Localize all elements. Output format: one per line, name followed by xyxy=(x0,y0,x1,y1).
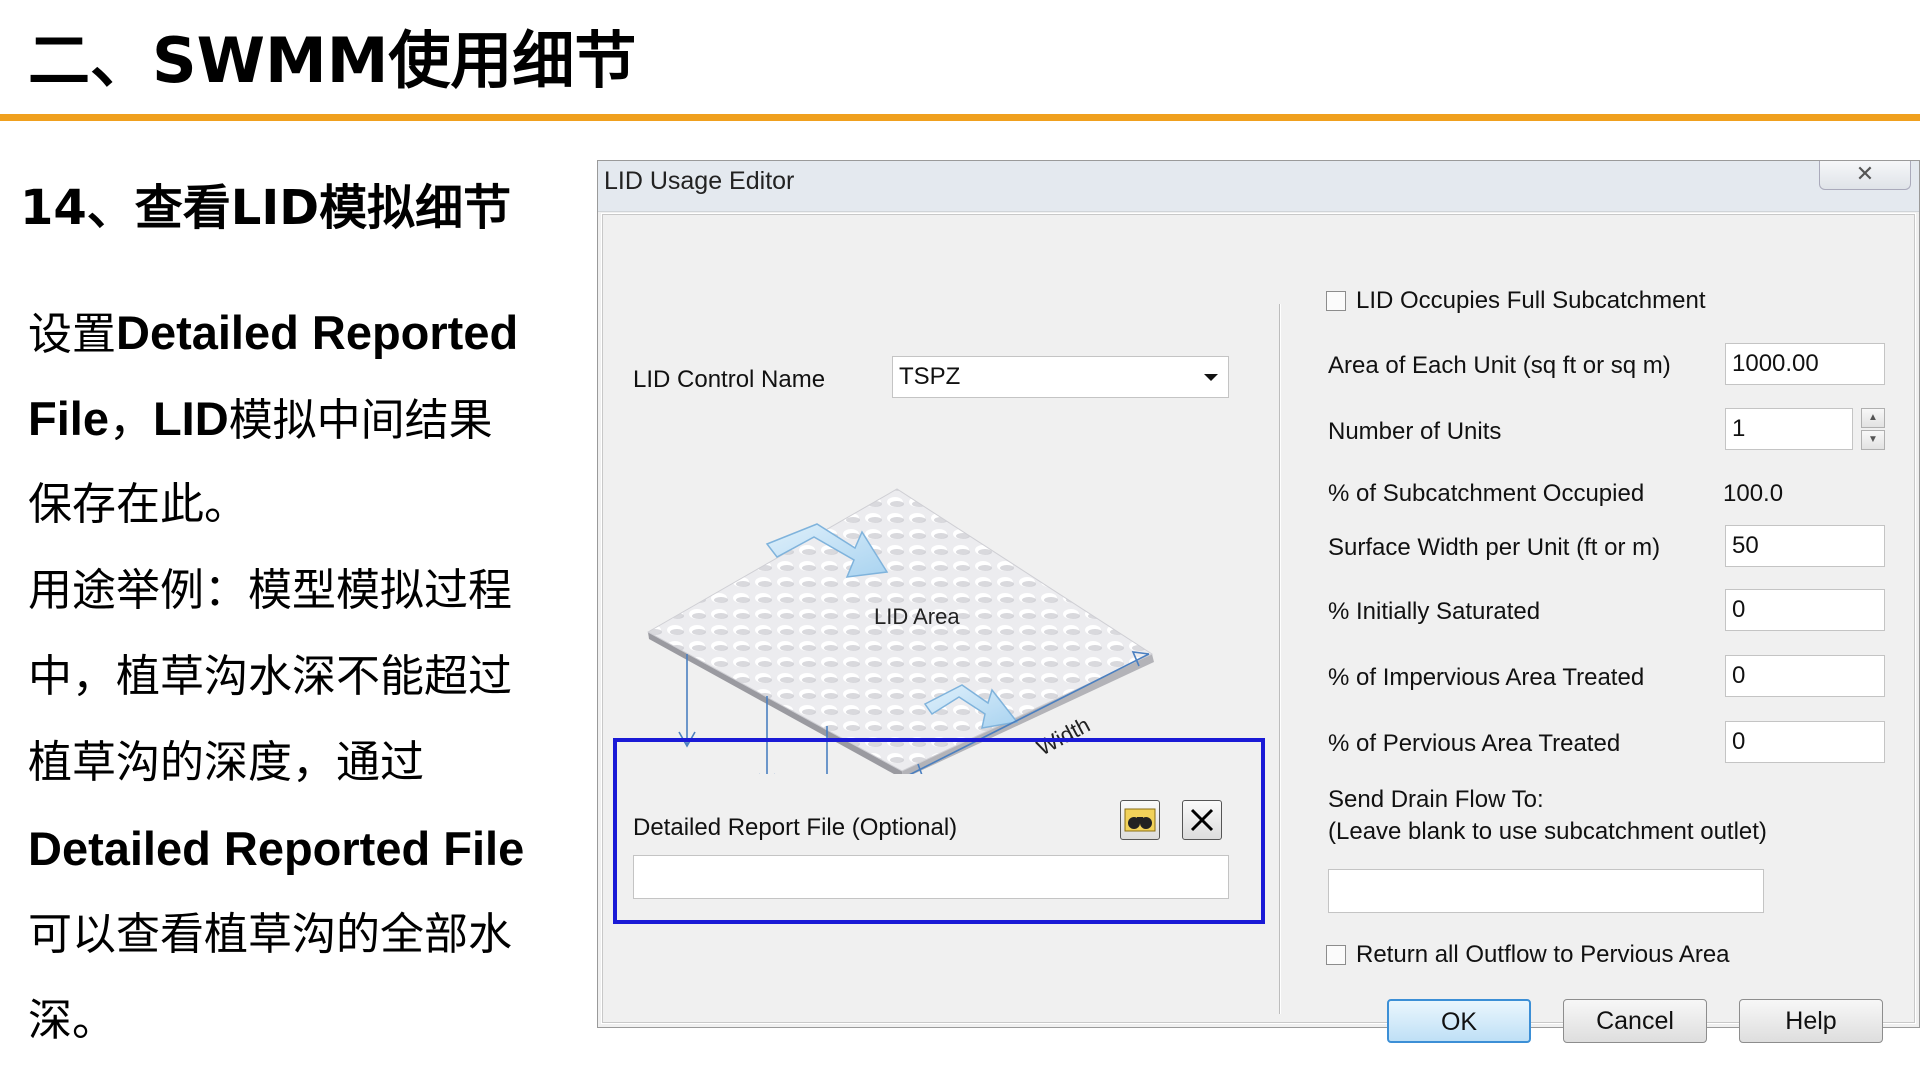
dialog-close-button[interactable]: ✕ xyxy=(1819,161,1911,190)
body-text-run: File xyxy=(28,392,109,445)
body-text-run: 深。 xyxy=(28,995,116,1046)
drain-label: Send Drain Flow To: xyxy=(1328,786,1544,813)
body-text-run: 用途举例：模型模拟过程 xyxy=(28,565,512,616)
body-line: File，LID模拟中间结果 xyxy=(28,376,568,462)
body-text-run: 设置 xyxy=(28,309,116,360)
field-label-occupied: % of Subcatchment Occupied xyxy=(1328,480,1645,507)
body-text-run: LID xyxy=(152,392,229,445)
body-text-run: Detailed Reported File xyxy=(28,822,525,875)
report-file-highlight xyxy=(613,738,1265,924)
field-label-pervious: % of Pervious Area Treated xyxy=(1328,730,1621,757)
title-divider xyxy=(0,114,1920,121)
return-outflow-label: Return all Outflow to Pervious Area xyxy=(1356,941,1730,968)
body-line: Detailed Reported File xyxy=(28,806,568,892)
body-text-run: ， xyxy=(108,395,153,446)
slide-title: 二、SWMM使用细节 xyxy=(28,24,637,97)
body-text-run: 保存在此。 xyxy=(28,479,248,530)
surface-width-input[interactable]: 50 xyxy=(1725,525,1885,567)
spin-down-button[interactable]: ▼ xyxy=(1861,430,1885,450)
body-text: 设置Detailed Reported File，LID模拟中间结果 保存在此。 用途… xyxy=(28,290,568,1064)
lid-area-label: LID Area xyxy=(874,604,960,629)
pervious-treated-input[interactable]: 0 xyxy=(1725,721,1885,763)
section-subtitle: 14、查看LID模拟细节 xyxy=(20,180,512,236)
body-line: 深。 xyxy=(28,978,568,1064)
dialog-title: LID Usage Editor xyxy=(604,167,795,195)
field-label-area: Area of Each Unit (sq ft or sq m) xyxy=(1328,352,1671,379)
full-subcatchment-checkbox[interactable] xyxy=(1326,291,1346,311)
lid-control-name-label: LID Control Name xyxy=(633,366,826,393)
body-line: 植草沟的深度，通过 xyxy=(28,720,568,806)
lid-area-diagram: LID Area Width xyxy=(646,488,1154,774)
lid-usage-editor-dialog: LID Usage Editor ✕ LID Control Name TSPZ xyxy=(597,160,1920,1043)
body-line: 保存在此。 xyxy=(28,462,568,548)
body-line: 设置Detailed Reported xyxy=(28,290,568,376)
field-label-width: Surface Width per Unit (ft or m) xyxy=(1328,534,1661,561)
column-separator xyxy=(1279,304,1280,1014)
body-text-run: Detailed Reported xyxy=(116,306,519,359)
occupied-value: 100.0 xyxy=(1723,480,1784,507)
area-input[interactable]: 1000.00 xyxy=(1725,343,1885,385)
field-label-saturated: % Initially Saturated xyxy=(1328,598,1541,625)
units-input[interactable]: 1 xyxy=(1725,408,1853,450)
initially-saturated-input[interactable]: 0 xyxy=(1725,589,1885,631)
body-line: 用途举例：模型模拟过程 xyxy=(28,548,568,634)
chevron-down-icon[interactable] xyxy=(1204,374,1218,381)
body-text-run: 中，植草沟水深不能超过 xyxy=(28,651,512,702)
impervious-treated-input[interactable]: 0 xyxy=(1725,655,1885,697)
spin-up-button[interactable]: ▲ xyxy=(1861,408,1885,428)
drain-hint: (Leave blank to use subcatchment outlet) xyxy=(1328,818,1767,845)
body-line: 中，植草沟水深不能超过 xyxy=(28,634,568,720)
dialog-client-area: LID Control Name TSPZ LID Area Width Det… xyxy=(601,213,1916,1043)
body-text-run: 模拟中间结果 xyxy=(228,395,493,446)
body-text-run: 可以查看植草沟的全部水 xyxy=(28,909,512,960)
return-outflow-checkbox[interactable] xyxy=(1326,945,1346,965)
ok-button[interactable]: OK xyxy=(1387,999,1531,1043)
body-text-run: 植草沟的深度，通过 xyxy=(28,737,424,788)
cancel-button[interactable]: Cancel xyxy=(1563,999,1707,1043)
field-label-impervious: % of Impervious Area Treated xyxy=(1328,664,1645,691)
lid-control-name-combo[interactable]: TSPZ xyxy=(892,356,1229,398)
field-label-units: Number of Units xyxy=(1328,418,1502,445)
lid-control-name-value: TSPZ xyxy=(899,363,961,390)
dialog-titlebar: LID Usage Editor ✕ xyxy=(598,161,1919,212)
full-subcatchment-label: LID Occupies Full Subcatchment xyxy=(1356,287,1706,314)
body-line: 可以查看植草沟的全部水 xyxy=(28,892,568,978)
drain-flow-input[interactable] xyxy=(1328,869,1764,913)
help-button[interactable]: Help xyxy=(1739,999,1883,1043)
